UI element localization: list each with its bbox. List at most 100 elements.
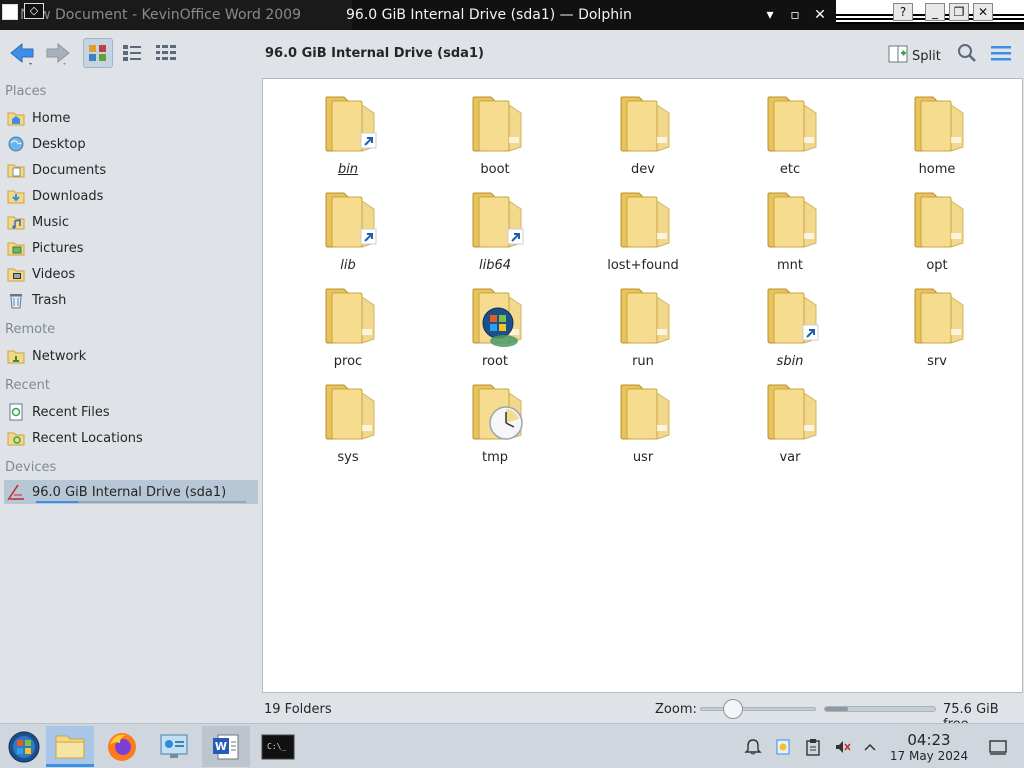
close-icon[interactable]: ✕ <box>973 3 993 21</box>
background-window-title[interactable]: New Document - KevinOffice Word 2009 <box>0 0 352 30</box>
minimize-icon[interactable]: ▾ <box>760 5 780 25</box>
close-icon[interactable]: ✕ <box>810 5 830 25</box>
clock-date: 17 May 2024 <box>889 749 969 763</box>
sidebar-item-recent-locations[interactable]: Recent Locations <box>4 426 258 450</box>
places-panel: Places Home Desktop Documents Downloads … <box>0 78 262 698</box>
folder-icon <box>910 91 968 157</box>
clock[interactable]: 04:23 17 May 2024 <box>888 731 970 763</box>
start-orb-icon[interactable] <box>0 726 48 767</box>
file-manager-icon[interactable] <box>46 726 94 767</box>
control-panel-icon[interactable] <box>150 726 198 767</box>
split-label: Split <box>912 48 941 64</box>
devices-header: Devices <box>5 460 57 475</box>
zoom-slider-track[interactable] <box>700 707 816 711</box>
show-desktop-icon[interactable] <box>988 737 1008 757</box>
icons-view-icon[interactable] <box>83 38 113 68</box>
minimize-icon[interactable]: _ <box>925 3 945 21</box>
app-menu-icon[interactable] <box>2 4 18 20</box>
updates-icon[interactable] <box>773 737 793 757</box>
search-icon[interactable] <box>952 38 982 68</box>
sidebar-item-network[interactable]: Network <box>4 344 258 368</box>
sidebar-item-label: Network <box>32 348 87 364</box>
folder-label: lost+found <box>607 258 679 273</box>
word-icon[interactable]: W <box>202 726 250 767</box>
sidebar-item-documents[interactable]: Documents <box>4 158 258 182</box>
folder-item[interactable]: lib <box>288 179 408 275</box>
folder-label: tmp <box>481 450 508 465</box>
folder-item[interactable]: bin <box>288 83 408 179</box>
folder-icon <box>468 187 526 253</box>
back-arrow-icon[interactable] <box>8 38 38 68</box>
music-folder-icon <box>6 212 26 232</box>
folder-item[interactable]: mnt <box>730 179 850 275</box>
folder-icon <box>468 379 526 445</box>
folder-item[interactable]: sys <box>288 371 408 467</box>
folder-item[interactable]: var <box>730 371 850 467</box>
folder-icon <box>763 379 821 445</box>
folder-label: mnt <box>777 258 803 273</box>
show-hidden-icon[interactable] <box>860 737 880 757</box>
trash-icon <box>6 290 26 310</box>
folder-item[interactable]: root <box>435 275 555 371</box>
restore-icon[interactable]: ❐ <box>949 3 969 21</box>
recent-files-icon <box>6 402 26 422</box>
folder-item[interactable]: proc <box>288 275 408 371</box>
network-folder-icon <box>6 346 26 366</box>
svg-text:W: W <box>215 740 227 753</box>
folder-item[interactable]: dev <box>583 83 703 179</box>
folder-label: boot <box>480 162 510 177</box>
firefox-icon[interactable] <box>98 726 146 767</box>
sidebar-item-pictures[interactable]: Pictures <box>4 236 258 260</box>
sidebar-item-label: Home <box>32 110 71 126</box>
folder-icon <box>321 91 379 157</box>
folder-item[interactable]: tmp <box>435 371 555 467</box>
hamburger-menu-icon[interactable] <box>986 38 1016 68</box>
help-icon[interactable]: ? <box>893 3 913 21</box>
clipboard-icon[interactable] <box>803 737 823 757</box>
forward-arrow-icon[interactable] <box>42 38 72 68</box>
folder-item[interactable]: lost+found <box>583 179 703 275</box>
folder-icon <box>468 283 526 349</box>
taskbar: W C:\_ 04:23 17 May 2024 <box>0 723 1024 768</box>
maximize-icon[interactable]: ▫ <box>785 5 805 25</box>
sidebar-item-music[interactable]: Music <box>4 210 258 234</box>
sidebar-item-internal-drive[interactable]: 96.0 GiB Internal Drive (sda1) <box>4 480 258 504</box>
window-menu-icon[interactable]: ◇ <box>24 3 44 19</box>
compact-view-icon[interactable] <box>117 38 147 68</box>
folder-icon <box>910 283 968 349</box>
overlapping-window-titlebar: ? _ ❐ ✕ <box>836 0 1024 24</box>
folder-icon <box>616 283 674 349</box>
sidebar-item-home[interactable]: Home <box>4 106 258 130</box>
split-button[interactable]: Split <box>888 44 941 68</box>
sidebar-item-trash[interactable]: Trash <box>4 288 258 312</box>
folder-item[interactable]: usr <box>583 371 703 467</box>
folder-item[interactable]: lib64 <box>435 179 555 275</box>
folder-item[interactable]: opt <box>877 179 997 275</box>
folder-view[interactable]: bin boot dev etc home lib lib64 lost+found mnt op… <box>262 78 1023 693</box>
folder-icon <box>321 187 379 253</box>
folder-item[interactable]: boot <box>435 83 555 179</box>
sidebar-item-downloads[interactable]: Downloads <box>4 184 258 208</box>
sidebar-item-videos[interactable]: Videos <box>4 262 258 286</box>
pictures-folder-icon <box>6 238 26 258</box>
folder-item[interactable]: srv <box>877 275 997 371</box>
folder-item[interactable]: sbin <box>730 275 850 371</box>
folder-item[interactable]: run <box>583 275 703 371</box>
folder-icon <box>616 187 674 253</box>
drive-icon <box>6 482 26 502</box>
sidebar-item-label: 96.0 GiB Internal Drive (sda1) <box>32 484 227 500</box>
sidebar-item-recent-files[interactable]: Recent Files <box>4 400 258 424</box>
recent-header: Recent <box>5 378 50 393</box>
sidebar-item-desktop[interactable]: Desktop <box>4 132 258 156</box>
folder-item[interactable]: etc <box>730 83 850 179</box>
notifications-icon[interactable] <box>743 737 763 757</box>
home-folder-icon <box>6 108 26 128</box>
volume-muted-icon[interactable] <box>833 737 853 757</box>
terminal-icon[interactable]: C:\_ <box>254 726 302 767</box>
sidebar-item-label: Pictures <box>32 240 84 256</box>
folder-item[interactable]: home <box>877 83 997 179</box>
recent-locations-icon <box>6 428 26 448</box>
zoom-slider-handle[interactable] <box>723 699 743 719</box>
details-view-icon[interactable] <box>151 38 181 68</box>
folder-label: dev <box>631 162 655 177</box>
